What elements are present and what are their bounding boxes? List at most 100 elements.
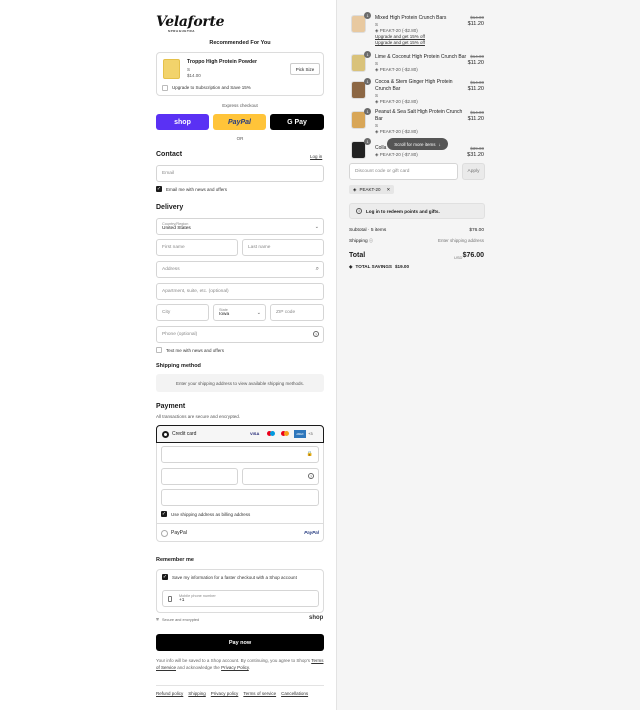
applied-code-text: PEAKT-20 bbox=[359, 187, 381, 192]
footer-link-terms[interactable]: Terms of service bbox=[243, 691, 276, 696]
shipping-value: Enter shipping address bbox=[437, 238, 484, 243]
subtotal-label: Subtotal · 5 items bbox=[349, 228, 387, 233]
discount-placeholder: Discount code or gift card bbox=[355, 169, 410, 174]
upgrade-link[interactable]: Upgrade and get 15% off bbox=[375, 34, 425, 39]
remember-me-box: ✓ Save my information for a faster check… bbox=[156, 569, 324, 613]
loyalty-text: Log in to redeem points and gifts. bbox=[366, 209, 440, 214]
savings-value: $19.00 bbox=[394, 264, 410, 269]
mobile-phone-value: +1 bbox=[179, 598, 185, 603]
mobile-phone-field[interactable]: Mobile phone number +1 bbox=[162, 590, 319, 607]
cart-item-discount: ◈ PEAKT-20 (-$2.80) bbox=[375, 67, 418, 73]
cart-item-price: $11.20 bbox=[467, 21, 484, 27]
cart-item-old-price: $39.00 bbox=[470, 146, 484, 151]
discount-text: PEAKT-20 (-$2.80) bbox=[379, 129, 418, 134]
cart-item-price: $31.20 bbox=[467, 152, 484, 158]
cart-item-name: Lime & Coconut High Protein Crunch Bar bbox=[375, 54, 467, 60]
cart-item-image bbox=[351, 54, 366, 72]
cart-item-variant: S bbox=[375, 61, 379, 66]
credit-card-radio[interactable] bbox=[162, 431, 169, 438]
recommended-product-price: $14.00 bbox=[187, 73, 201, 78]
mastercard-icon bbox=[281, 431, 289, 438]
apartment-field[interactable]: Apartment, suite, etc. (optional) bbox=[156, 283, 324, 300]
email-field[interactable]: Email bbox=[156, 165, 324, 182]
shop-logo: shop bbox=[309, 615, 324, 621]
cart-item-price: $11.20 bbox=[467, 116, 484, 122]
shipping-label: Shipping ⓘ bbox=[349, 238, 373, 244]
info-icon: i bbox=[356, 208, 362, 214]
city-field[interactable]: City bbox=[156, 304, 209, 321]
email-news-checkbox[interactable]: ✓ bbox=[156, 186, 162, 192]
save-info-label: Save my information for a faster checkou… bbox=[172, 575, 297, 580]
product-image bbox=[163, 59, 180, 79]
shop-pay-button[interactable]: shop bbox=[156, 114, 209, 130]
cart-item-qty-badge: 1 bbox=[364, 108, 371, 115]
help-icon[interactable]: ⓘ bbox=[369, 238, 373, 243]
scroll-more-button[interactable]: Scroll for more items ↓ bbox=[387, 138, 448, 150]
privacy-link[interactable]: Privacy Policy bbox=[221, 665, 249, 670]
address-field[interactable]: Address ⌕ bbox=[156, 261, 324, 278]
footer-link-cancellations[interactable]: Cancellations bbox=[281, 691, 308, 696]
help-icon[interactable]: ? bbox=[313, 331, 319, 337]
search-icon: ⌕ bbox=[315, 266, 319, 272]
cart-item-old-price: $14.00 bbox=[470, 15, 484, 20]
pay-now-button[interactable]: Pay now bbox=[156, 634, 324, 651]
email-news-label: Email me with news and offers bbox=[166, 187, 227, 192]
payment-subtitle: All transactions are secure and encrypte… bbox=[156, 414, 241, 419]
footer-link-refund[interactable]: Refund policy bbox=[156, 691, 183, 696]
last-name-field[interactable]: Last name bbox=[242, 239, 324, 256]
credit-card-option[interactable]: Credit card VISA AMEX +3 bbox=[156, 425, 324, 443]
login-link[interactable]: Log in bbox=[310, 154, 322, 159]
loyalty-box[interactable]: i Log in to redeem points and gifts. bbox=[349, 203, 485, 219]
legal-intro: Your info will be saved to a Shop accoun… bbox=[156, 658, 311, 663]
footer-link-privacy[interactable]: Privacy policy bbox=[211, 691, 239, 696]
state-select[interactable]: State Iowa ⌄ bbox=[213, 304, 266, 321]
upgrade-link[interactable]: Upgrade and get 15% off bbox=[375, 40, 425, 45]
cart-item-image bbox=[351, 141, 366, 159]
cart-item-image bbox=[351, 111, 366, 129]
text-offers-checkbox[interactable] bbox=[156, 347, 162, 353]
paypal-button[interactable]: PayPal bbox=[213, 114, 266, 130]
expiration-field[interactable] bbox=[161, 468, 238, 485]
help-icon[interactable]: ? bbox=[308, 473, 314, 479]
apartment-placeholder: Apartment, suite, etc. (optional) bbox=[162, 289, 229, 294]
billing-address-label: Use shipping address as billing address bbox=[171, 512, 251, 517]
payment-title: Payment bbox=[156, 403, 186, 410]
first-name-field[interactable]: First name bbox=[156, 239, 238, 256]
paypal-logo-icon: PayPal bbox=[304, 530, 319, 535]
discount-code-field[interactable]: Discount code or gift card bbox=[349, 163, 458, 180]
zip-placeholder: ZIP code bbox=[276, 310, 296, 315]
order-summary: 1 Mixed High Protein Crunch Bars S ◈ PEA… bbox=[336, 0, 640, 710]
name-on-card-field[interactable] bbox=[161, 489, 319, 506]
brand-logo[interactable]: Velaforte bbox=[156, 14, 225, 30]
security-code-field[interactable]: ? bbox=[242, 468, 319, 485]
footer-links: Refund policy Shipping Privacy policy Te… bbox=[156, 691, 308, 696]
close-icon[interactable]: ✕ bbox=[386, 187, 390, 193]
subscription-label: Upgrade to Subscription and Save 15% bbox=[172, 85, 251, 90]
phone-field[interactable]: Phone (optional) ? bbox=[156, 326, 324, 343]
cart-item-qty-badge: 1 bbox=[364, 51, 371, 58]
apply-button[interactable]: Apply bbox=[462, 163, 485, 180]
last-name-placeholder: Last name bbox=[248, 245, 271, 250]
discount-text: PEAKT-20 (-$2.80) bbox=[379, 67, 418, 72]
cart-item-variant: S bbox=[375, 123, 379, 128]
text-offers-label: Text me with news and offers bbox=[166, 348, 224, 353]
amex-icon: AMEX bbox=[294, 430, 306, 438]
paypal-radio[interactable] bbox=[161, 530, 168, 537]
cart-item-variant: S bbox=[375, 22, 379, 27]
save-info-checkbox[interactable]: ✓ bbox=[162, 574, 168, 580]
zip-field[interactable]: ZIP code bbox=[270, 304, 324, 321]
paypal-option[interactable]: PayPal PayPal bbox=[156, 523, 324, 542]
google-pay-button[interactable]: G Pay bbox=[270, 114, 324, 130]
recommended-product-variant: S bbox=[187, 67, 191, 72]
footer-link-shipping[interactable]: Shipping bbox=[188, 691, 206, 696]
country-select[interactable]: Country/Region United States ⌄ bbox=[156, 218, 324, 235]
subscription-checkbox[interactable] bbox=[162, 85, 168, 91]
total-currency: USD bbox=[454, 255, 463, 260]
billing-address-checkbox[interactable]: ✓ bbox=[161, 511, 167, 517]
email-placeholder: Email bbox=[162, 171, 174, 176]
card-number-field[interactable]: 🔒 bbox=[161, 446, 319, 463]
cart-item-old-price: $14.00 bbox=[470, 110, 484, 115]
legal-and: and acknowledge the bbox=[177, 665, 220, 670]
pick-size-button[interactable]: Pick Size bbox=[290, 63, 320, 75]
total-savings: ◈ TOTAL SAVINGS $19.00 bbox=[349, 264, 409, 270]
